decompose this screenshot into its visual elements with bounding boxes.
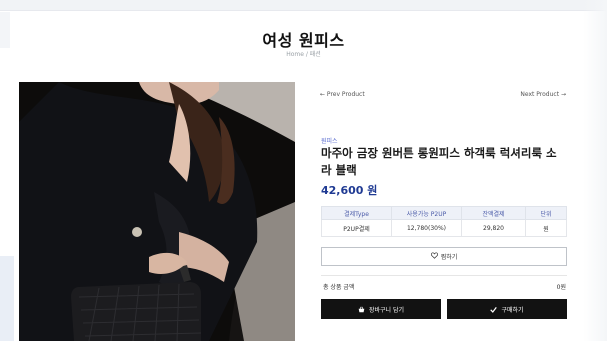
product-image[interactable]	[19, 82, 295, 341]
divider	[321, 275, 567, 276]
product-photo-illustration	[19, 82, 295, 341]
table-header-cell: 단위	[525, 206, 567, 220]
top-divider	[0, 10, 607, 11]
breadcrumb[interactable]: Home / 패션	[0, 49, 607, 58]
add-to-cart-label: 장바구니 담기	[368, 306, 405, 314]
product-name: 마주아 금장 원버튼 롱원피스 하객룩 럭셔리룩 소라 블랙	[321, 146, 557, 177]
table-cell: P2UP결제	[321, 219, 392, 237]
check-icon	[490, 306, 498, 313]
next-product-link[interactable]: Next Product →	[520, 91, 566, 98]
heart-icon	[430, 252, 438, 261]
top-bar	[0, 0, 607, 10]
payment-table-header-row: 결제Type 사용가능 P2UP 잔액결제 단위	[321, 206, 567, 220]
basket-icon	[358, 306, 365, 313]
add-to-cart-button[interactable]: 장바구니 담기	[321, 299, 441, 319]
total-price-label: 총 상품 금액	[323, 284, 355, 291]
prev-product-link[interactable]: ← Prev Product	[320, 91, 365, 98]
table-cell: 원	[525, 219, 567, 237]
table-header-cell: 결제Type	[321, 206, 392, 220]
left-edge-lower	[0, 256, 14, 341]
table-header-cell: 사용가능 P2UP	[391, 206, 462, 220]
table-cell: 29,820	[461, 219, 526, 237]
buy-now-label: 구매하기	[501, 306, 524, 314]
wishlist-button[interactable]: 찜하기	[321, 247, 567, 266]
table-cell: 12,780(30%)	[391, 219, 462, 237]
table-row: P2UP결제 12,780(30%) 29,820 원	[321, 219, 567, 237]
payment-table: 결제Type 사용가능 P2UP 잔액결제 단위 P2UP결제 12,780(3…	[321, 206, 567, 237]
wishlist-label: 찜하기	[440, 254, 458, 261]
product-category[interactable]: 원피스	[321, 136, 338, 145]
product-price: 42,600 원	[321, 184, 378, 197]
total-price-value: 0원	[556, 284, 566, 291]
buy-now-button[interactable]: 구매하기	[447, 299, 567, 319]
page-title: 여성 원피스	[262, 31, 345, 50]
table-header-cell: 잔액결제	[461, 206, 526, 220]
